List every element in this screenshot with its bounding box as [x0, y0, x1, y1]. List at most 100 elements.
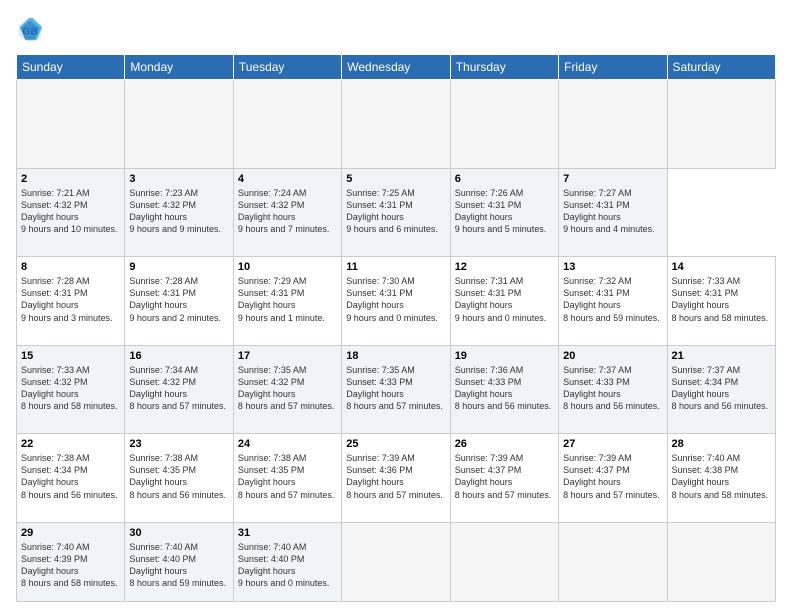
day-info: Sunrise: 7:29 AM Sunset: 4:31 PM Dayligh… — [238, 275, 337, 324]
sunrise-label: Sunrise: 7:37 AM — [672, 365, 741, 375]
calendar-cell: 31 Sunrise: 7:40 AM Sunset: 4:40 PM Dayl… — [233, 522, 341, 601]
sunrise-label: Sunrise: 7:38 AM — [21, 453, 90, 463]
sunset-label: Sunset: 4:40 PM — [129, 554, 196, 564]
calendar-cell: 7 Sunrise: 7:27 AM Sunset: 4:31 PM Dayli… — [559, 168, 667, 257]
calendar-cell: 16 Sunrise: 7:34 AM Sunset: 4:32 PM Dayl… — [125, 345, 233, 434]
sunset-label: Sunset: 4:32 PM — [129, 200, 196, 210]
calendar-cell — [450, 522, 558, 601]
sunset-label: Sunset: 4:37 PM — [455, 465, 522, 475]
page: GB Sunday Monday Tuesday Wednesday Thurs… — [0, 0, 792, 612]
daylight-value: 8 hours and 57 minutes. — [238, 490, 335, 500]
sunrise-label: Sunrise: 7:25 AM — [346, 188, 415, 198]
calendar-cell: 13 Sunrise: 7:32 AM Sunset: 4:31 PM Dayl… — [559, 257, 667, 346]
sunset-label: Sunset: 4:31 PM — [455, 200, 522, 210]
calendar-cell — [559, 522, 667, 601]
calendar-cell: 26 Sunrise: 7:39 AM Sunset: 4:37 PM Dayl… — [450, 434, 558, 523]
day-number: 16 — [129, 350, 228, 362]
day-info: Sunrise: 7:24 AM Sunset: 4:32 PM Dayligh… — [238, 187, 337, 236]
day-number: 8 — [21, 261, 120, 273]
calendar-cell: 3 Sunrise: 7:23 AM Sunset: 4:32 PM Dayli… — [125, 168, 233, 257]
sunset-label: Sunset: 4:35 PM — [129, 465, 196, 475]
col-monday: Monday — [125, 55, 233, 80]
sunrise-label: Sunrise: 7:30 AM — [346, 276, 415, 286]
sunrise-label: Sunrise: 7:39 AM — [455, 453, 524, 463]
calendar-week-6: 29 Sunrise: 7:40 AM Sunset: 4:39 PM Dayl… — [17, 522, 776, 601]
day-info: Sunrise: 7:28 AM Sunset: 4:31 PM Dayligh… — [21, 275, 120, 324]
daylight-label: Daylight hours — [563, 300, 621, 310]
daylight-value: 8 hours and 57 minutes. — [455, 490, 552, 500]
sunrise-label: Sunrise: 7:28 AM — [129, 276, 198, 286]
day-info: Sunrise: 7:38 AM Sunset: 4:35 PM Dayligh… — [129, 452, 228, 501]
daylight-label: Daylight hours — [346, 300, 404, 310]
sunset-label: Sunset: 4:33 PM — [455, 377, 522, 387]
day-number: 23 — [129, 438, 228, 450]
calendar-cell: 24 Sunrise: 7:38 AM Sunset: 4:35 PM Dayl… — [233, 434, 341, 523]
daylight-value: 9 hours and 5 minutes. — [455, 224, 547, 234]
daylight-value: 9 hours and 0 minutes. — [238, 578, 330, 588]
calendar-cell: 28 Sunrise: 7:40 AM Sunset: 4:38 PM Dayl… — [667, 434, 775, 523]
sunrise-label: Sunrise: 7:31 AM — [455, 276, 524, 286]
day-number: 3 — [129, 173, 228, 185]
sunrise-label: Sunrise: 7:39 AM — [563, 453, 632, 463]
sunrise-label: Sunrise: 7:37 AM — [563, 365, 632, 375]
sunrise-label: Sunrise: 7:40 AM — [238, 542, 307, 552]
day-info: Sunrise: 7:27 AM Sunset: 4:31 PM Dayligh… — [563, 187, 662, 236]
calendar-cell — [667, 80, 775, 169]
calendar-week-1 — [17, 80, 776, 169]
calendar-cell — [450, 80, 558, 169]
daylight-label: Daylight hours — [21, 389, 79, 399]
sunrise-label: Sunrise: 7:38 AM — [238, 453, 307, 463]
daylight-label: Daylight hours — [238, 212, 296, 222]
sunset-label: Sunset: 4:32 PM — [129, 377, 196, 387]
sunrise-label: Sunrise: 7:23 AM — [129, 188, 198, 198]
day-info: Sunrise: 7:37 AM Sunset: 4:34 PM Dayligh… — [672, 364, 771, 413]
day-info: Sunrise: 7:39 AM Sunset: 4:37 PM Dayligh… — [455, 452, 554, 501]
calendar-cell: 14 Sunrise: 7:33 AM Sunset: 4:31 PM Dayl… — [667, 257, 775, 346]
daylight-label: Daylight hours — [21, 300, 79, 310]
day-number: 15 — [21, 350, 120, 362]
header: GB — [16, 16, 776, 44]
day-info: Sunrise: 7:40 AM Sunset: 4:40 PM Dayligh… — [129, 541, 228, 590]
day-number: 29 — [21, 527, 120, 539]
daylight-value: 8 hours and 58 minutes. — [21, 401, 118, 411]
daylight-label: Daylight hours — [129, 477, 187, 487]
daylight-label: Daylight hours — [455, 300, 513, 310]
calendar-cell — [667, 522, 775, 601]
calendar-cell: 19 Sunrise: 7:36 AM Sunset: 4:33 PM Dayl… — [450, 345, 558, 434]
calendar-table: Sunday Monday Tuesday Wednesday Thursday… — [16, 54, 776, 602]
daylight-label: Daylight hours — [563, 212, 621, 222]
calendar-cell: 6 Sunrise: 7:26 AM Sunset: 4:31 PM Dayli… — [450, 168, 558, 257]
day-info: Sunrise: 7:31 AM Sunset: 4:31 PM Dayligh… — [455, 275, 554, 324]
day-number: 22 — [21, 438, 120, 450]
daylight-label: Daylight hours — [672, 477, 730, 487]
sunset-label: Sunset: 4:40 PM — [238, 554, 305, 564]
calendar-cell: 10 Sunrise: 7:29 AM Sunset: 4:31 PM Dayl… — [233, 257, 341, 346]
sunrise-label: Sunrise: 7:21 AM — [21, 188, 90, 198]
day-number: 17 — [238, 350, 337, 362]
day-info: Sunrise: 7:33 AM Sunset: 4:32 PM Dayligh… — [21, 364, 120, 413]
sunset-label: Sunset: 4:32 PM — [21, 200, 88, 210]
sunrise-label: Sunrise: 7:34 AM — [129, 365, 198, 375]
sunset-label: Sunset: 4:31 PM — [129, 288, 196, 298]
day-number: 25 — [346, 438, 445, 450]
day-number: 18 — [346, 350, 445, 362]
day-info: Sunrise: 7:32 AM Sunset: 4:31 PM Dayligh… — [563, 275, 662, 324]
daylight-label: Daylight hours — [21, 212, 79, 222]
col-thursday: Thursday — [450, 55, 558, 80]
day-number: 14 — [672, 261, 771, 273]
day-number: 12 — [455, 261, 554, 273]
daylight-label: Daylight hours — [346, 477, 404, 487]
calendar-week-5: 22 Sunrise: 7:38 AM Sunset: 4:34 PM Dayl… — [17, 434, 776, 523]
day-number: 5 — [346, 173, 445, 185]
day-info: Sunrise: 7:38 AM Sunset: 4:35 PM Dayligh… — [238, 452, 337, 501]
calendar-cell — [342, 522, 450, 601]
calendar-cell: 18 Sunrise: 7:35 AM Sunset: 4:33 PM Dayl… — [342, 345, 450, 434]
sunset-label: Sunset: 4:32 PM — [21, 377, 88, 387]
daylight-label: Daylight hours — [238, 566, 296, 576]
daylight-value: 8 hours and 57 minutes. — [346, 401, 443, 411]
sunset-label: Sunset: 4:34 PM — [21, 465, 88, 475]
sunrise-label: Sunrise: 7:33 AM — [672, 276, 741, 286]
daylight-value: 8 hours and 58 minutes. — [672, 313, 769, 323]
day-info: Sunrise: 7:26 AM Sunset: 4:31 PM Dayligh… — [455, 187, 554, 236]
col-friday: Friday — [559, 55, 667, 80]
